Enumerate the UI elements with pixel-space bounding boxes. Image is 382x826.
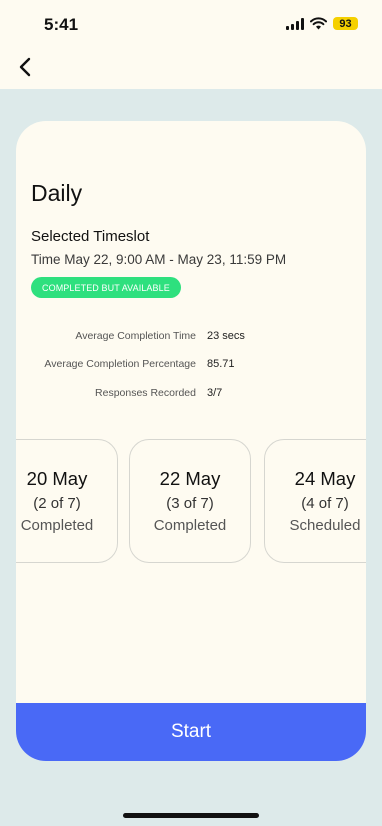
stat-value: 3/7 xyxy=(207,387,223,399)
top-bar: 5:41 93 xyxy=(0,0,382,89)
stat-row-responses: Responses Recorded 3/7 xyxy=(16,387,366,403)
timeslot-range: Time May 22, 9:00 AM - May 23, 11:59 PM xyxy=(31,252,287,267)
timeslot-card-20-may[interactable]: 20 May (2 of 7) Completed xyxy=(16,439,118,563)
stat-row-avg-percentage: Average Completion Percentage 85.71 xyxy=(16,358,366,374)
battery-indicator: 93 xyxy=(333,17,358,30)
slot-date: 24 May xyxy=(294,468,356,489)
wifi-icon xyxy=(310,17,327,30)
stat-label: Average Completion Time xyxy=(75,330,196,342)
timeslot-card: Daily Selected Timeslot Time May 22, 9:0… xyxy=(16,121,366,761)
stat-label: Responses Recorded xyxy=(95,387,196,399)
stat-label: Average Completion Percentage xyxy=(44,358,196,370)
stat-value: 85.71 xyxy=(207,358,235,370)
slot-status: Scheduled xyxy=(289,517,361,534)
stat-value: 23 secs xyxy=(207,330,245,342)
chevron-left-icon xyxy=(19,57,31,77)
status-icons: 93 xyxy=(286,17,358,30)
slot-status: Completed xyxy=(20,517,94,534)
slot-status: Completed xyxy=(153,517,227,534)
cellular-signal-icon xyxy=(286,17,304,30)
slot-date: 20 May xyxy=(26,468,88,489)
start-button[interactable]: Start xyxy=(16,703,366,761)
timeslot-heading: Selected Timeslot xyxy=(31,228,150,245)
page-title: Daily xyxy=(31,180,83,206)
slot-number: (3 of 7) xyxy=(166,495,214,512)
stat-row-avg-time: Average Completion Time 23 secs xyxy=(16,330,366,346)
status-badge: COMPLETED BUT AVAILABLE xyxy=(31,277,181,298)
status-time: 5:41 xyxy=(44,15,79,34)
timeslot-card-24-may[interactable]: 24 May (4 of 7) Scheduled xyxy=(264,439,366,563)
back-button[interactable] xyxy=(14,56,36,78)
slot-number: (2 of 7) xyxy=(33,495,81,512)
timeslot-card-22-may[interactable]: 22 May (3 of 7) Completed xyxy=(129,439,251,563)
slot-date: 22 May xyxy=(159,468,221,489)
slot-number: (4 of 7) xyxy=(301,495,349,512)
home-indicator xyxy=(123,813,259,818)
